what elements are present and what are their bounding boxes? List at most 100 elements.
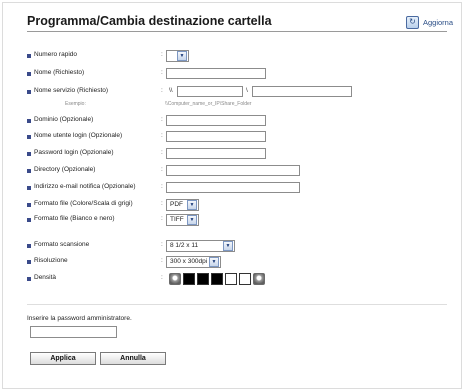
numero-rapido-select[interactable]: ▼: [166, 50, 189, 62]
label-numero-rapido: Numero rapido: [34, 51, 77, 58]
density-control: [169, 273, 267, 285]
share-folder-input[interactable]: [252, 86, 352, 97]
page-title: Programma/Cambia destinazione cartella: [27, 14, 272, 28]
density-level-box[interactable]: [239, 273, 251, 285]
risoluzione-select[interactable]: 300 x 300dpi ▼: [166, 256, 221, 268]
computer-name-input[interactable]: [177, 86, 243, 97]
directory-input[interactable]: [166, 165, 300, 176]
dominio-input[interactable]: [166, 115, 266, 126]
password-login-input[interactable]: [166, 148, 266, 159]
colon: :: [161, 166, 163, 173]
example-value: \\Computer_name_or_IP\Share_Folder: [165, 101, 252, 107]
row-nome-utente: Nome utente login (Opzionale) :: [27, 131, 447, 145]
title-bar: Programma/Cambia destinazione cartella ↻…: [3, 3, 461, 32]
bullet-icon: [27, 277, 31, 281]
refresh-icon: ↻: [406, 15, 419, 29]
label-formato-scansione: Formato scansione: [34, 241, 90, 248]
label-densita: Densità: [34, 274, 57, 281]
row-numero-rapido: Numero rapido : ▼: [27, 50, 447, 64]
bullet-icon: [27, 90, 31, 94]
bullet-icon: [27, 152, 31, 156]
label-nome-utente: Nome utente login (Opzionale): [34, 132, 123, 139]
row-risoluzione: Risoluzione : 300 x 300dpi ▼: [27, 256, 447, 270]
formato-bn-value: TIFF: [170, 216, 184, 223]
density-increase-button[interactable]: [253, 273, 265, 285]
chevron-down-icon: ▼: [187, 200, 197, 210]
label-indirizzo-email: Indirizzo e-mail notifica (Opzionale): [34, 183, 136, 190]
colon: :: [161, 200, 163, 207]
bullet-icon: [27, 119, 31, 123]
density-scale: [183, 273, 253, 285]
row-esempio: Esempio: \\Computer_name_or_IP\Share_Fol…: [27, 101, 447, 115]
bullet-icon: [27, 244, 31, 248]
path-separator: \: [246, 87, 248, 94]
colon: :: [161, 274, 163, 281]
row-directory: Directory (Opzionale) :: [27, 165, 447, 179]
cancel-button[interactable]: Annulla: [100, 352, 166, 365]
density-level-box[interactable]: [211, 273, 223, 285]
bullet-icon: [27, 203, 31, 207]
bullet-icon: [27, 186, 31, 190]
admin-password-input[interactable]: [30, 326, 117, 338]
example-label: Esempio:: [65, 101, 86, 107]
density-level-box[interactable]: [225, 273, 237, 285]
label-nome: Nome (Richiesto): [34, 69, 85, 76]
colon: :: [161, 69, 163, 76]
row-dominio: Dominio (Opzionale) :: [27, 115, 447, 129]
row-densita: Densità :: [27, 273, 447, 287]
bullet-icon: [27, 72, 31, 76]
row-formato-colore: Formato file (Colore/Scala di grigi) : P…: [27, 199, 447, 213]
density-decrease-button[interactable]: [169, 273, 181, 285]
row-nome-servizio: Nome servizio (Richiesto) : \\ \: [27, 86, 447, 100]
formato-scansione-select[interactable]: 8 1/2 x 11 ▼: [166, 240, 235, 252]
label-directory: Directory (Opzionale): [34, 166, 96, 173]
colon: :: [161, 87, 163, 94]
refresh-label: Aggiorna: [423, 17, 454, 27]
nome-input[interactable]: [166, 68, 266, 79]
row-password-login: Password login (Opzionale) :: [27, 148, 447, 162]
chevron-down-icon: ▼: [209, 257, 219, 267]
density-level-box[interactable]: [183, 273, 195, 285]
admin-password-prompt: Inserire la password amministratore.: [27, 315, 132, 322]
formato-scansione-value: 8 1/2 x 11: [170, 242, 199, 249]
bullet-icon: [27, 135, 31, 139]
chevron-down-icon: ▼: [187, 215, 197, 225]
label-risoluzione: Risoluzione: [34, 257, 68, 264]
colon: :: [161, 149, 163, 156]
colon: :: [161, 241, 163, 248]
colon: :: [161, 51, 163, 58]
label-nome-servizio: Nome servizio (Richiesto): [34, 87, 109, 94]
density-level-box[interactable]: [197, 273, 209, 285]
section-divider: [27, 304, 447, 305]
row-nome: Nome (Richiesto) :: [27, 68, 447, 82]
bullet-icon: [27, 260, 31, 264]
row-formato-bn: Formato file (Bianco e nero) : TIFF ▼: [27, 214, 447, 228]
nome-utente-input[interactable]: [166, 131, 266, 142]
formato-colore-value: PDF: [170, 201, 183, 208]
label-formato-colore: Formato file (Colore/Scala di grigi): [34, 200, 133, 207]
colon: :: [161, 116, 163, 123]
folder-destination-panel: Programma/Cambia destinazione cartella ↻…: [2, 2, 462, 389]
chevron-down-icon: ▼: [223, 241, 233, 251]
formato-colore-select[interactable]: PDF ▼: [166, 199, 199, 211]
bullet-icon: [27, 218, 31, 222]
label-password-login: Password login (Opzionale): [34, 149, 114, 156]
label-formato-bn: Formato file (Bianco e nero): [34, 215, 115, 222]
chevron-down-icon: ▼: [177, 51, 187, 61]
bullet-icon: [27, 169, 31, 173]
refresh-button[interactable]: ↻ Aggiorna: [406, 15, 453, 29]
email-notifica-input[interactable]: [166, 182, 300, 193]
formato-bn-select[interactable]: TIFF ▼: [166, 214, 199, 226]
colon: :: [161, 132, 163, 139]
colon: :: [161, 183, 163, 190]
label-dominio: Dominio (Opzionale): [34, 116, 94, 123]
unc-prefix: \\: [169, 87, 173, 94]
colon: :: [161, 215, 163, 222]
title-divider: [27, 31, 447, 32]
colon: :: [161, 257, 163, 264]
row-indirizzo-email: Indirizzo e-mail notifica (Opzionale) :: [27, 182, 447, 196]
apply-button[interactable]: Applica: [30, 352, 96, 365]
risoluzione-value: 300 x 300dpi: [170, 258, 208, 265]
bullet-icon: [27, 54, 31, 58]
row-formato-scansione: Formato scansione : 8 1/2 x 11 ▼: [27, 240, 447, 254]
